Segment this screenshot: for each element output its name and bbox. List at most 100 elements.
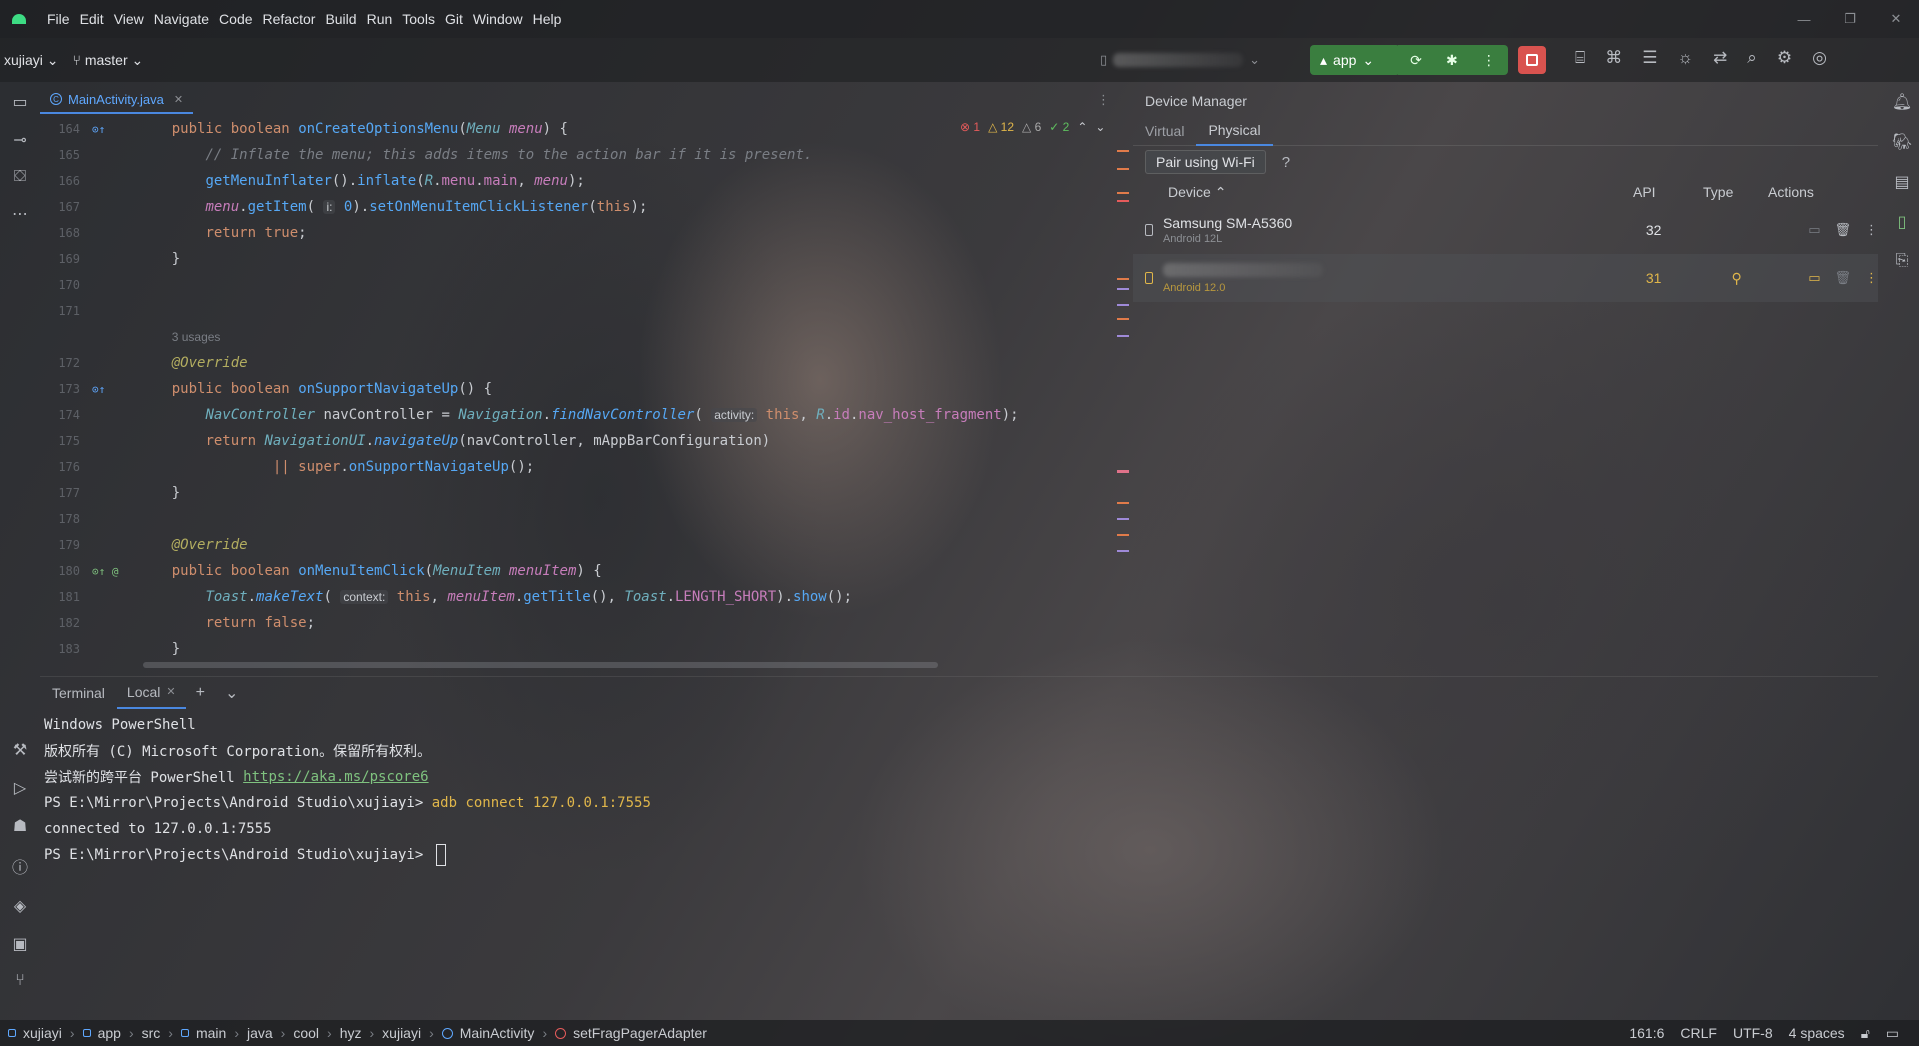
- more-icon[interactable]: ⋮: [1865, 270, 1878, 286]
- weak-marker[interactable]: [1117, 335, 1129, 337]
- trash-icon[interactable]: 🗑︎: [1834, 270, 1851, 286]
- inspection-widget[interactable]: ⊗ 1 △ 12 △ 6 ✓ 2 ⌃ ⌄: [960, 120, 1105, 134]
- git-branch-selector[interactable]: ⑂ master ⌄: [73, 52, 144, 69]
- implements-gutter-icon[interactable]: ⊙↑ @: [84, 565, 138, 578]
- menu-run[interactable]: Run: [362, 11, 398, 27]
- message-icon[interactable]: ▭: [1886, 1025, 1899, 1042]
- breadcrumb-item[interactable]: app: [98, 1025, 121, 1041]
- warning-marker[interactable]: [1117, 534, 1129, 536]
- breadcrumb-item[interactable]: xujiayi: [23, 1025, 62, 1041]
- minimize-icon[interactable]: —: [1781, 0, 1827, 38]
- run-configuration-selector[interactable]: ▴ app ⌄: [1310, 45, 1400, 75]
- gear-icon[interactable]: ⚙: [1777, 48, 1792, 68]
- device-file-explorer-icon[interactable]: ▤: [1894, 172, 1909, 192]
- menu-navigate[interactable]: Navigate: [149, 11, 214, 27]
- weak-marker[interactable]: [1117, 288, 1129, 290]
- trash-icon[interactable]: 🗑︎: [1834, 222, 1851, 238]
- warning-marker[interactable]: [1117, 278, 1129, 280]
- breadcrumb-item[interactable]: java: [247, 1025, 273, 1041]
- terminal-icon[interactable]: ▣: [12, 934, 27, 954]
- menu-window[interactable]: Window: [468, 11, 528, 27]
- resource-manager-icon[interactable]: ⛋: [14, 168, 26, 186]
- warning-marker[interactable]: [1117, 150, 1129, 152]
- warning-marker[interactable]: [1117, 502, 1129, 504]
- device-manager-icon[interactable]: ▯: [1898, 212, 1907, 232]
- debug-icon[interactable]: ✱: [1446, 52, 1458, 69]
- run-icon[interactable]: ▷: [14, 778, 26, 798]
- column-device[interactable]: Device ⌃: [1133, 184, 1633, 201]
- folder-icon[interactable]: ▭: [1808, 270, 1820, 286]
- sdk-manager-icon[interactable]: ⌸: [1575, 48, 1585, 68]
- add-terminal-icon[interactable]: +: [186, 684, 215, 702]
- weak-marker[interactable]: [1117, 304, 1129, 306]
- weak-marker[interactable]: [1117, 550, 1129, 552]
- gem-icon[interactable]: ◈: [14, 896, 26, 916]
- gradle-icon[interactable]: 🐘︎: [1892, 132, 1912, 152]
- more-icon[interactable]: ⋮: [1482, 52, 1496, 69]
- breadcrumb-item[interactable]: hyz: [340, 1025, 362, 1041]
- more-icon[interactable]: ⋮: [1097, 92, 1110, 108]
- menu-file[interactable]: File: [42, 11, 75, 27]
- column-api[interactable]: API: [1633, 184, 1703, 200]
- close-icon[interactable]: ✕: [166, 685, 175, 698]
- menu-git[interactable]: Git: [440, 11, 468, 27]
- editor-tab-mainactivity[interactable]: C MainActivity.java ✕: [40, 86, 194, 114]
- tab-virtual[interactable]: Virtual: [1133, 116, 1196, 146]
- layout-inspector-icon[interactable]: ☰: [1642, 48, 1657, 68]
- error-stripe[interactable]: [1117, 140, 1131, 560]
- override-gutter-icon[interactable]: ⊙↑: [84, 123, 138, 136]
- breadcrumb-item[interactable]: src: [142, 1025, 161, 1041]
- more-icon[interactable]: ⋮: [1865, 222, 1878, 238]
- menu-edit[interactable]: Edit: [75, 11, 109, 27]
- indent-setting[interactable]: 4 spaces: [1789, 1025, 1845, 1041]
- warning-marker[interactable]: [1117, 192, 1129, 194]
- commit-icon[interactable]: ⊸: [13, 130, 26, 150]
- device-mirror-icon[interactable]: ⇄: [1713, 48, 1727, 68]
- chevron-down-icon[interactable]: ⌄: [215, 683, 248, 703]
- horizontal-scrollbar[interactable]: [143, 662, 938, 668]
- device-selector[interactable]: ▯ ⌄: [1100, 48, 1280, 72]
- stop-button[interactable]: [1518, 46, 1546, 74]
- column-type[interactable]: Type: [1703, 184, 1768, 200]
- breadcrumb-item[interactable]: main: [196, 1025, 226, 1041]
- more-tools-icon[interactable]: ⋯: [12, 204, 28, 224]
- folder-icon[interactable]: ▭: [1808, 222, 1820, 238]
- device-row[interactable]: Android 12.0 31 ⚲ ▭ 🗑︎ ⋮: [1133, 254, 1878, 302]
- weak-marker[interactable]: [1117, 518, 1129, 520]
- terminal-link[interactable]: https://aka.ms/pscore6: [243, 769, 428, 785]
- notifications-icon[interactable]: 🔔︎: [1892, 92, 1912, 112]
- code-editor[interactable]: 164 ⊙↑ public boolean onCreateOptionsMenu…: [40, 116, 1130, 664]
- terminal-prompt-line[interactable]: PS E:\Mirror\Projects\Android Studio\xuj…: [44, 842, 1878, 868]
- emulator-icon[interactable]: ⎘: [1896, 252, 1909, 270]
- menu-refactor[interactable]: Refactor: [258, 11, 321, 27]
- apply-changes-icon[interactable]: ⟳: [1410, 52, 1422, 69]
- close-icon[interactable]: ✕: [1873, 0, 1919, 38]
- menu-tools[interactable]: Tools: [397, 11, 440, 27]
- close-icon[interactable]: ✕: [174, 93, 183, 106]
- search-icon[interactable]: ⌕: [1747, 48, 1757, 68]
- logcat-icon[interactable]: ☗: [13, 816, 27, 836]
- menu-help[interactable]: Help: [528, 11, 567, 27]
- build-hammer-icon[interactable]: ⚒: [13, 740, 27, 760]
- warning-marker[interactable]: [1117, 318, 1129, 320]
- git-icon[interactable]: ⑂: [15, 972, 25, 990]
- restore-icon[interactable]: ❐: [1827, 0, 1873, 38]
- chevron-down-icon[interactable]: ⌄: [1095, 120, 1105, 134]
- app-inspection-icon[interactable]: ☼: [1677, 48, 1693, 68]
- account-icon[interactable]: ◎: [1812, 48, 1827, 68]
- help-icon[interactable]: ?: [1282, 154, 1290, 171]
- breadcrumb-item[interactable]: setFragPagerAdapter: [573, 1025, 707, 1041]
- pair-wifi-button[interactable]: Pair using Wi-Fi: [1145, 150, 1266, 174]
- breadcrumb-item[interactable]: MainActivity: [460, 1025, 535, 1041]
- problems-icon[interactable]: ⓘ: [12, 854, 28, 878]
- error-marker[interactable]: [1117, 200, 1129, 202]
- terminal-tab-local[interactable]: Local ✕: [116, 677, 186, 709]
- terminal-output[interactable]: Windows PowerShell 版权所有 (C) Microsoft Co…: [40, 712, 1878, 1012]
- error-marker[interactable]: [1117, 470, 1129, 473]
- translate-icon[interactable]: ⌘: [1605, 48, 1622, 68]
- menu-build[interactable]: Build: [320, 11, 361, 27]
- usages-hint[interactable]: 3 usages: [172, 330, 221, 344]
- breadcrumb-item[interactable]: xujiayi: [382, 1025, 421, 1041]
- menu-code[interactable]: Code: [214, 11, 257, 27]
- project-selector[interactable]: xujiayi ⌄: [0, 52, 59, 69]
